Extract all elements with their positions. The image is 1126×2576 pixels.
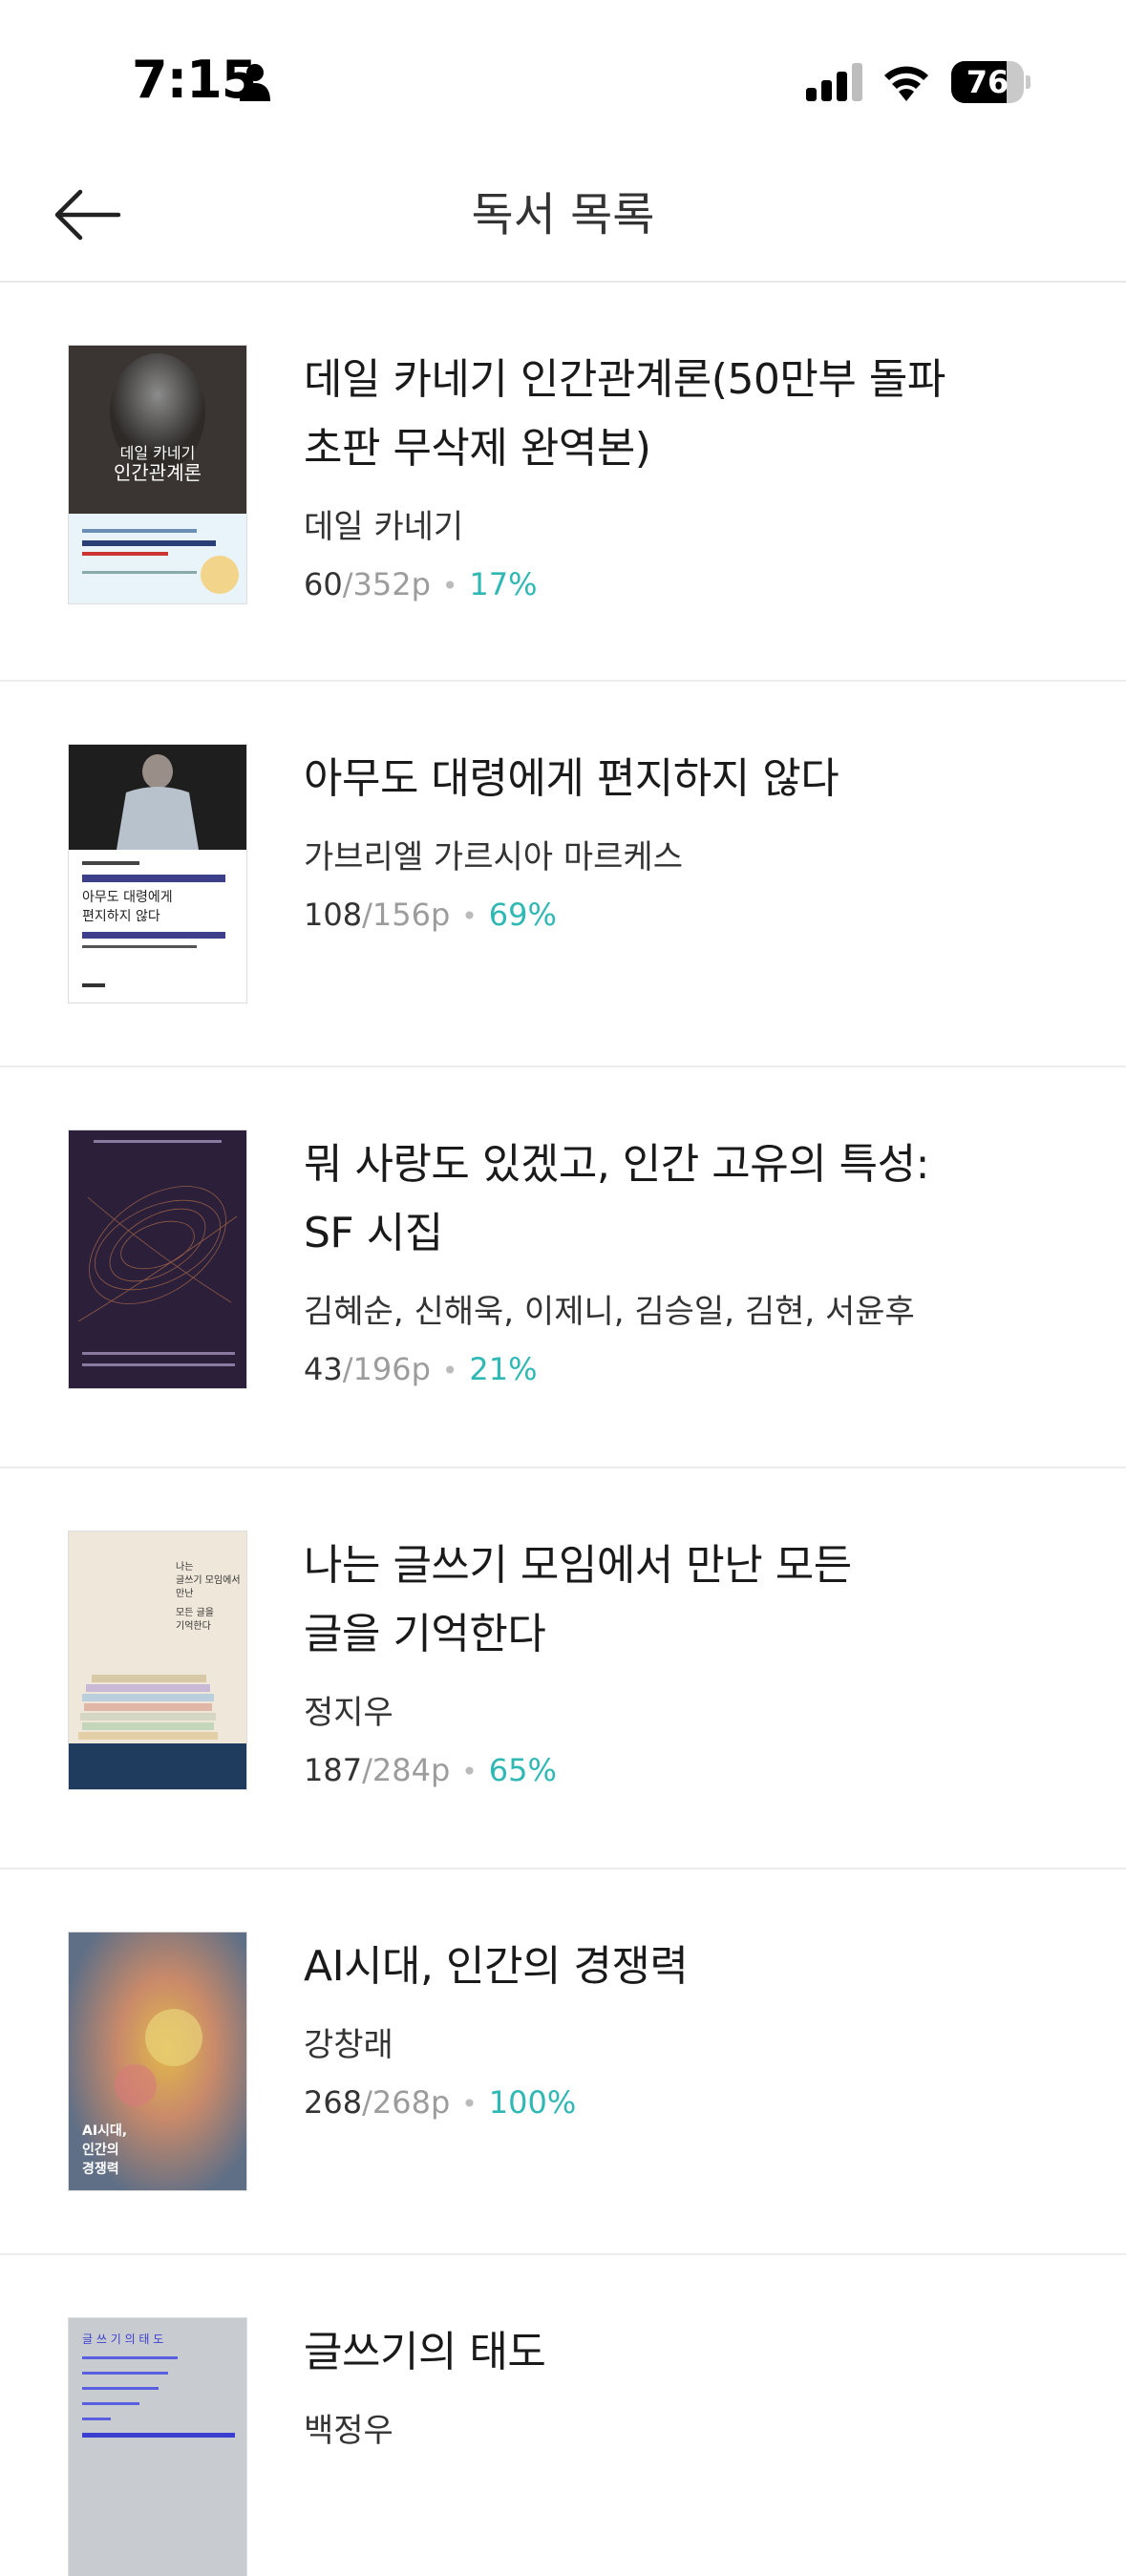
total-pages: /196p (342, 1351, 431, 1387)
cover-title-1: 아무도 대령에게 (82, 890, 173, 905)
reading-progress: 187/284p • 65% (304, 1752, 557, 1788)
reading-progress: 268/268p • 100% (304, 2084, 577, 2121)
book-cover: 나는 글쓰기 모임에서 만난 모든 글을 기억한다 (69, 1531, 246, 1789)
total-pages: /352p (342, 566, 431, 602)
cover-title-5: 기억한다 (176, 1620, 211, 1632)
progress-percent: 69% (488, 897, 557, 933)
progress-percent: 21% (469, 1351, 538, 1387)
cover-title-3: 경쟁력 (82, 2161, 119, 2177)
book-title-line2: 글을 기억한다 (304, 1610, 546, 1658)
battery-indicator: 76 (951, 61, 1030, 103)
book-author: 가브리엘 가르시아 마르케스 (304, 838, 683, 876)
book-list: 데일 카네기 인간관계론 데일 카네기 인간관계론(50만부 돌파 초판 무삭제… (0, 283, 1126, 2576)
progress-percent: 100% (488, 2084, 577, 2121)
book-cover (69, 1130, 246, 1388)
book-item[interactable]: 글 쓰 기 의 태 도 글쓰기의 태도 백정우 (0, 2255, 1126, 2576)
current-page: 108 (304, 897, 363, 933)
cover-title-3: 만난 (176, 1588, 193, 1599)
current-page: 43 (304, 1351, 343, 1387)
progress-percent: 17% (469, 566, 538, 602)
cover-title-1: 나는 (176, 1561, 193, 1573)
book-cover: AI시대, 인간의 경쟁력 (69, 1932, 246, 2190)
wifi-icon (884, 66, 928, 101)
cover-title-2: 편지하지 않다 (82, 909, 160, 924)
book-cover: 아무도 대령에게 편지하지 않다 (69, 745, 246, 1003)
book-author: 김혜순, 신해욱, 이제니, 김승일, 김현, 서윤후 (304, 1293, 915, 1331)
book-cover: 글 쓰 기 의 태 도 (69, 2318, 246, 2576)
cover-title-1: 글 쓰 기 의 태 도 (82, 2333, 163, 2346)
page-title: 독서 목록 (471, 188, 655, 242)
current-page: 268 (304, 2084, 363, 2121)
person-icon (240, 64, 270, 101)
book-title: 글쓰기의 태도 (304, 2328, 546, 2376)
current-page: 60 (304, 566, 343, 602)
book-item[interactable]: 나는 글쓰기 모임에서 만난 모든 글을 기억한다 나는 글쓰기 모임에서 만난… (0, 1468, 1126, 1869)
total-pages: /156p (362, 897, 451, 933)
book-title: 아무도 대령에게 편지하지 않다 (304, 754, 839, 803)
book-title: 나는 글쓰기 모임에서 만난 모든 (304, 1541, 852, 1590)
progress-percent: 65% (488, 1752, 557, 1788)
total-pages: /284p (362, 1752, 451, 1788)
status-time: 7:15 (132, 50, 257, 110)
battery-percent: 76 (966, 64, 1009, 100)
book-author: 정지우 (304, 1694, 393, 1732)
book-title-line2: SF 시집 (304, 1209, 443, 1257)
status-bar: 7:15 76 (0, 0, 1126, 153)
book-item[interactable]: AI시대, 인간의 경쟁력 AI시대, 인간의 경쟁력 강창래 268/268p… (0, 1869, 1126, 2255)
reading-progress: 108/156p • 69% (304, 897, 557, 933)
book-author: 강창래 (304, 2026, 393, 2064)
reading-progress: 60/352p • 17% (304, 566, 538, 602)
current-page: 187 (304, 1752, 363, 1788)
cover-title-4: 모든 글을 (176, 1607, 214, 1618)
book-cover: 데일 카네기 인간관계론 (69, 346, 246, 603)
book-author: 데일 카네기 (304, 508, 464, 546)
nav-bar: 독서 목록 (0, 153, 1126, 283)
book-item[interactable]: 뭐 사랑도 있겠고, 인간 고유의 특성: SF 시집 김혜순, 신해욱, 이제… (0, 1067, 1126, 1468)
cover-title-2: 글쓰기 모임에서 (176, 1573, 241, 1586)
book-item[interactable]: 아무도 대령에게 편지하지 않다 아무도 대령에게 편지하지 않다 가브리엘 가… (0, 682, 1126, 1067)
total-pages: /268p (362, 2084, 451, 2121)
reading-progress: 43/196p • 21% (304, 1351, 538, 1387)
book-author: 백정우 (304, 2412, 393, 2450)
book-title: AI시대, 인간의 경쟁력 (304, 1942, 689, 1991)
book-title-line2: 초판 무삭제 완역본) (304, 424, 651, 473)
signal-icon (806, 63, 862, 101)
book-item[interactable]: 데일 카네기 인간관계론 데일 카네기 인간관계론(50만부 돌파 초판 무삭제… (0, 283, 1126, 682)
book-title: 데일 카네기 인간관계론(50만부 돌파 (304, 355, 945, 404)
cover-title-2: 인간의 (82, 2142, 119, 2158)
cover-title-1: 데일 카네기 (120, 444, 196, 462)
cover-title-2: 인간관계론 (114, 461, 202, 484)
cover-title-1: AI시대, (82, 2123, 127, 2139)
book-title: 뭐 사랑도 있겠고, 인간 고유의 특성: (304, 1140, 929, 1189)
